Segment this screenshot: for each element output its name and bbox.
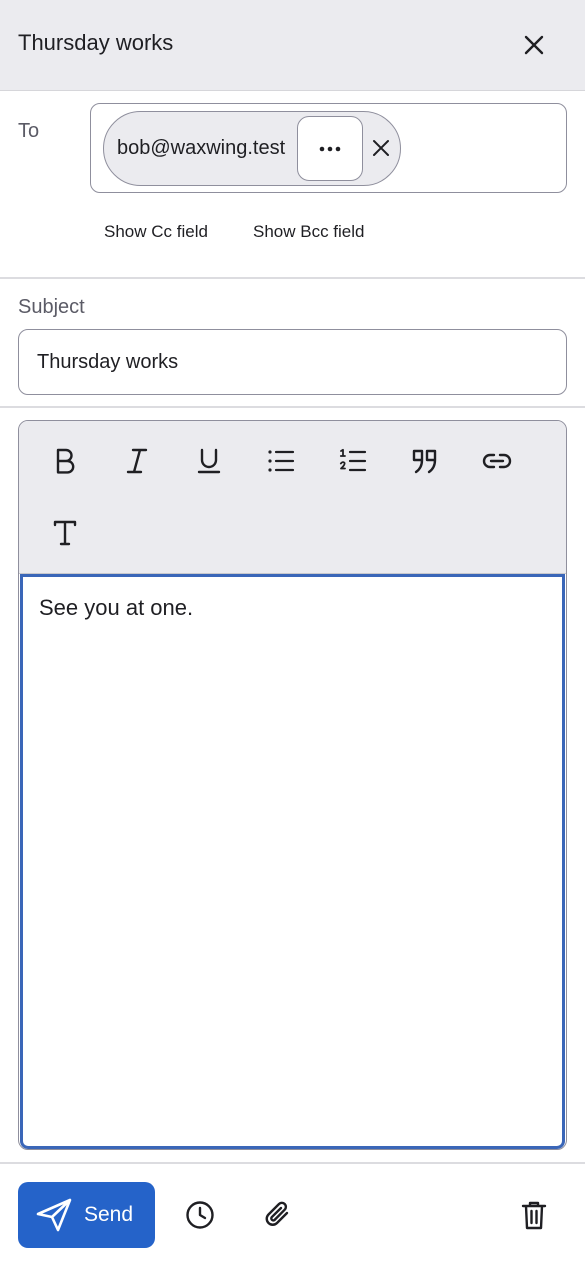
close-icon — [524, 35, 544, 55]
link-icon — [482, 453, 512, 469]
send-button[interactable]: Send — [18, 1182, 155, 1248]
underline-icon — [197, 448, 221, 474]
quote-icon — [412, 449, 437, 474]
bullet-list-button[interactable] — [257, 437, 305, 485]
insert-link-button[interactable] — [473, 437, 521, 485]
bold-icon — [56, 448, 75, 474]
divider — [0, 406, 585, 408]
compose-title: Thursday works — [18, 30, 174, 55]
schedule-clock-icon — [186, 1201, 214, 1229]
schedule-send-button[interactable] — [176, 1191, 224, 1239]
discard-draft-button[interactable] — [510, 1191, 558, 1239]
compose-header: Thursday works — [0, 0, 585, 91]
recipient-options-button[interactable] — [297, 116, 363, 181]
close-button[interactable] — [510, 21, 558, 69]
to-label: To — [18, 120, 40, 142]
divider — [0, 277, 585, 279]
recipient-email: bob@waxwing.test — [117, 137, 286, 159]
numbered-list-button[interactable] — [329, 437, 377, 485]
bullet-list-icon — [268, 450, 295, 472]
numbered-list-icon — [339, 448, 367, 472]
send-label: Send — [84, 1203, 134, 1226]
italic-icon — [126, 448, 148, 474]
subject-label: Subject — [18, 296, 85, 318]
trash-icon — [521, 1201, 547, 1230]
underline-button[interactable] — [185, 437, 233, 485]
send-icon — [36, 1198, 72, 1232]
show-bcc-button[interactable]: Show Bcc field — [253, 222, 365, 242]
attachment-icon — [265, 1201, 289, 1226]
bold-button[interactable] — [41, 437, 89, 485]
divider — [0, 1162, 585, 1164]
text-style-button[interactable] — [41, 509, 89, 557]
subject-input[interactable]: Thursday works — [18, 329, 567, 395]
italic-button[interactable] — [113, 437, 161, 485]
text-style-icon — [53, 520, 77, 546]
message-editor: See you at one. — [18, 420, 567, 1150]
message-body[interactable]: See you at one. — [20, 574, 565, 1149]
attach-file-button[interactable] — [254, 1191, 302, 1239]
remove-recipient-button[interactable] — [366, 133, 396, 163]
show-cc-button[interactable]: Show Cc field — [104, 222, 208, 242]
quote-button[interactable] — [401, 437, 449, 485]
close-icon — [373, 140, 389, 156]
more-horizontal-icon — [319, 146, 341, 151]
formatting-toolbar — [19, 421, 566, 574]
